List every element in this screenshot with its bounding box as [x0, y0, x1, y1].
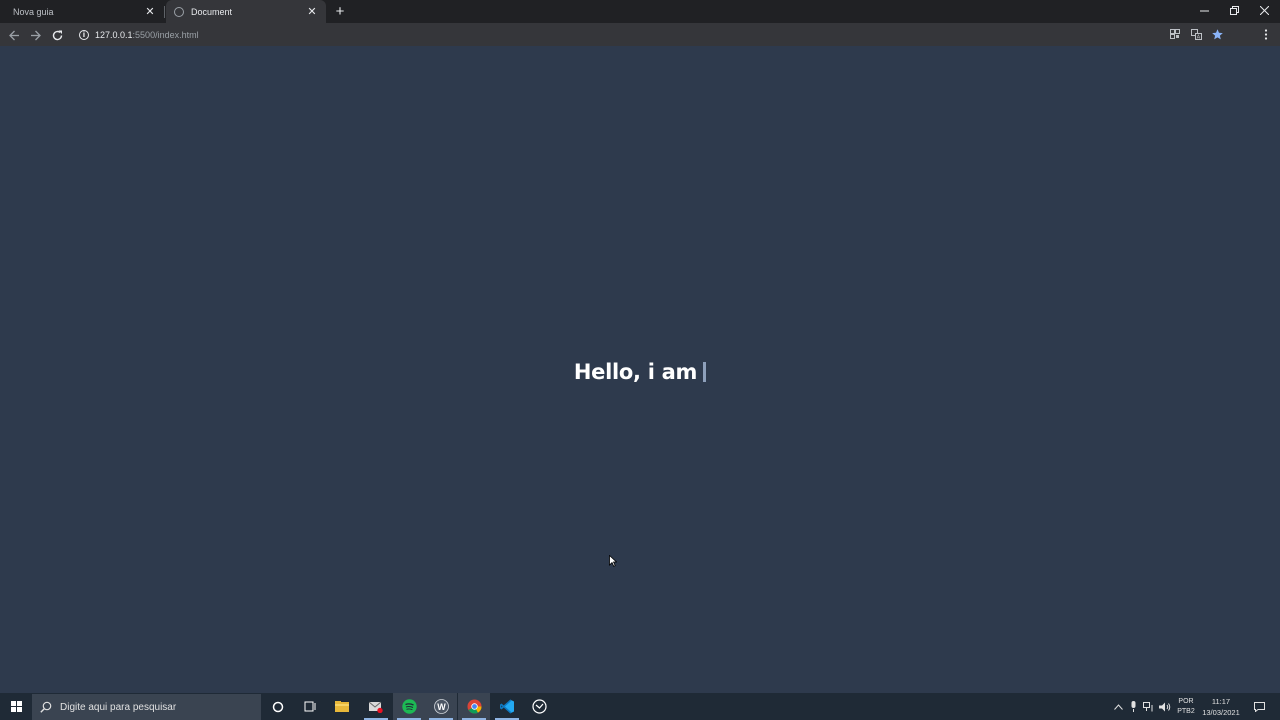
microphone-icon[interactable]	[1127, 693, 1139, 720]
volume-icon[interactable]	[1158, 693, 1172, 720]
headline-text: Hello, i am	[573, 359, 698, 384]
chevron-up-icon[interactable]	[1112, 693, 1124, 720]
url-path: :5500/index.html	[132, 29, 199, 40]
address-bar[interactable]: i 127.0.0.1:5500/index.html	[74, 25, 1184, 44]
tab-strip: Nova guia ✕ Document ✕ +	[0, 0, 1280, 23]
browser-toolbar: i 127.0.0.1:5500/index.html A	[0, 23, 1280, 64]
tab-divider	[164, 6, 165, 18]
tab-document[interactable]: Document ✕	[166, 0, 326, 23]
keyboard-layout: PTB2	[1177, 708, 1195, 715]
globe-icon	[174, 6, 184, 17]
url-host: 127.0.0.1	[95, 29, 133, 40]
file-explorer-icon[interactable]	[326, 693, 358, 720]
tab-nova-guia[interactable]: Nova guia ✕	[0, 0, 164, 23]
network-icon[interactable]	[1142, 693, 1156, 720]
tab-label: Document	[191, 6, 233, 17]
close-tab-icon[interactable]: ✕	[144, 6, 156, 18]
clock-time: 11:17	[1211, 697, 1231, 706]
restore-button[interactable]	[1218, 0, 1250, 21]
taskbar: Digite aqui para pesquisar W POR PTB2 11…	[0, 693, 1280, 720]
tab-label: Nova guia	[13, 6, 54, 17]
language-code: POR	[1178, 698, 1194, 705]
taskbar-search[interactable]: Digite aqui para pesquisar	[32, 694, 261, 720]
info-icon[interactable]: i	[79, 29, 89, 40]
typing-cursor	[703, 361, 707, 382]
vscode-icon[interactable]	[491, 693, 523, 720]
new-tab-button[interactable]: +	[332, 3, 348, 19]
qr-code-icon[interactable]	[1168, 27, 1182, 41]
app-w-icon[interactable]: W	[425, 693, 457, 720]
clock-date: 13/03/2021	[1202, 708, 1240, 717]
arrow-left-icon	[8, 30, 19, 40]
minimize-button[interactable]	[1188, 0, 1220, 21]
close-window-button[interactable]	[1248, 0, 1280, 21]
start-button[interactable]	[0, 693, 32, 720]
arrow-right-icon	[30, 30, 41, 40]
clock[interactable]: 11:17 13/03/2021	[1200, 696, 1242, 718]
hero-heading: Hello, i am	[573, 359, 707, 384]
forward-button[interactable]	[26, 26, 44, 44]
search-placeholder: Digite aqui para pesquisar	[60, 701, 177, 713]
page-viewport: Hello, i am	[0, 46, 1280, 693]
mail-icon[interactable]	[360, 693, 392, 720]
close-tab-icon[interactable]: ✕	[306, 6, 318, 18]
back-button[interactable]	[5, 26, 23, 44]
github-desktop-icon[interactable]	[523, 693, 555, 720]
windows-logo-icon	[10, 701, 22, 712]
chrome-icon[interactable]	[458, 693, 490, 720]
translate-icon[interactable]: A	[1189, 27, 1203, 41]
star-icon[interactable]	[1210, 27, 1224, 41]
close-icon	[1259, 6, 1269, 15]
reload-icon	[52, 30, 62, 40]
input-language[interactable]: POR PTB2	[1176, 697, 1196, 717]
cortana-icon[interactable]	[262, 693, 294, 720]
restore-icon	[1229, 6, 1239, 15]
task-view-icon[interactable]	[294, 693, 326, 720]
reload-button[interactable]	[48, 26, 66, 44]
svg-text:W: W	[437, 702, 446, 712]
search-icon	[40, 701, 52, 713]
menu-kebab-icon[interactable]	[1259, 27, 1273, 41]
spotify-icon[interactable]	[393, 693, 425, 720]
notifications-icon[interactable]	[1250, 693, 1268, 720]
minimize-icon	[1199, 10, 1209, 12]
mouse-pointer-icon	[609, 555, 617, 567]
